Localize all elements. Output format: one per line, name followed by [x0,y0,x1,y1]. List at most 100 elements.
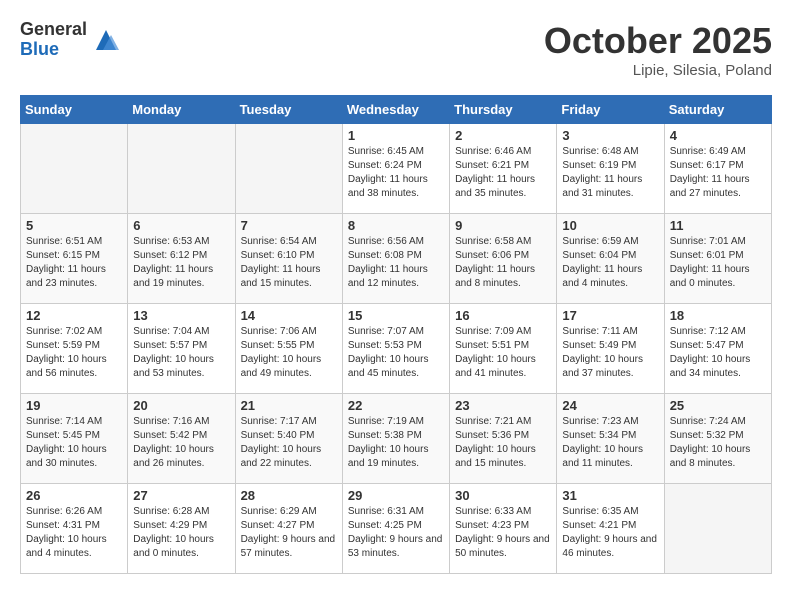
day-info: Sunrise: 7:16 AM Sunset: 5:42 PM Dayligh… [133,415,229,471]
week-row-4: 19 Sunrise: 7:14 AM Sunset: 5:45 PM Dayli… [21,394,772,484]
day-number: 28 [241,488,337,503]
day-cell [664,484,771,574]
logo-blue: Blue [20,40,87,60]
day-cell: 1 Sunrise: 6:45 AM Sunset: 6:24 PM Daylig… [342,124,449,214]
day-cell [21,124,128,214]
day-info: Sunrise: 7:12 AM Sunset: 5:47 PM Dayligh… [670,325,766,381]
day-cell: 9 Sunrise: 6:58 AM Sunset: 6:06 PM Daylig… [450,214,557,304]
week-row-2: 5 Sunrise: 6:51 AM Sunset: 6:15 PM Daylig… [21,214,772,304]
day-number: 5 [26,218,122,233]
day-number: 21 [241,398,337,413]
day-info: Sunrise: 7:14 AM Sunset: 5:45 PM Dayligh… [26,415,122,471]
day-number: 26 [26,488,122,503]
week-row-5: 26 Sunrise: 6:26 AM Sunset: 4:31 PM Dayli… [21,484,772,574]
day-info: Sunrise: 6:56 AM Sunset: 6:08 PM Dayligh… [348,235,444,291]
day-info: Sunrise: 7:23 AM Sunset: 5:34 PM Dayligh… [562,415,658,471]
day-number: 24 [562,398,658,413]
title-block: October 2025 Lipie, Silesia, Poland [544,20,772,79]
day-cell: 26 Sunrise: 6:26 AM Sunset: 4:31 PM Dayli… [21,484,128,574]
day-info: Sunrise: 6:45 AM Sunset: 6:24 PM Dayligh… [348,145,444,201]
day-number: 3 [562,128,658,143]
day-cell: 12Sunrise: 7:02 AM Sunset: 5:59 PM Dayli… [21,304,128,394]
week-row-1: 1 Sunrise: 6:45 AM Sunset: 6:24 PM Daylig… [21,124,772,214]
day-info: Sunrise: 7:09 AM Sunset: 5:51 PM Dayligh… [455,325,551,381]
day-number: 23 [455,398,551,413]
day-cell: 14 Sunrise: 7:06 AM Sunset: 5:55 PM Dayli… [235,304,342,394]
day-info: Sunrise: 7:21 AM Sunset: 5:36 PM Dayligh… [455,415,551,471]
day-info: Sunrise: 7:01 AM Sunset: 6:01 PM Dayligh… [670,235,766,291]
day-number: 14 [241,308,337,323]
day-number: 16 [455,308,551,323]
logo: General Blue [20,20,121,60]
day-number: 1 [348,128,444,143]
day-cell: 24 Sunrise: 7:23 AM Sunset: 5:34 PM Dayli… [557,394,664,484]
page-header: General Blue October 2025 Lipie, Silesia… [20,20,772,79]
day-cell: 29 Sunrise: 6:31 AM Sunset: 4:25 PM Dayli… [342,484,449,574]
day-header-wednesday: Wednesday [342,96,449,124]
day-number: 30 [455,488,551,503]
day-info: Sunrise: 6:33 AM Sunset: 4:23 PM Dayligh… [455,505,551,561]
day-cell: 3 Sunrise: 6:48 AM Sunset: 6:19 PM Daylig… [557,124,664,214]
day-number: 27 [133,488,229,503]
day-info: Sunrise: 6:58 AM Sunset: 6:06 PM Dayligh… [455,235,551,291]
day-header-tuesday: Tuesday [235,96,342,124]
day-cell: 30 Sunrise: 6:33 AM Sunset: 4:23 PM Dayli… [450,484,557,574]
day-number: 20 [133,398,229,413]
day-info: Sunrise: 7:24 AM Sunset: 5:32 PM Dayligh… [670,415,766,471]
day-info: Sunrise: 6:35 AM Sunset: 4:21 PM Dayligh… [562,505,658,561]
day-number: 4 [670,128,766,143]
day-cell: 20 Sunrise: 7:16 AM Sunset: 5:42 PM Dayli… [128,394,235,484]
day-number: 25 [670,398,766,413]
logo-icon [91,25,121,55]
day-header-monday: Monday [128,96,235,124]
day-number: 31 [562,488,658,503]
day-info: Sunrise: 7:06 AM Sunset: 5:55 PM Dayligh… [241,325,337,381]
day-cell: 19 Sunrise: 7:14 AM Sunset: 5:45 PM Dayli… [21,394,128,484]
day-info: Sunrise: 6:28 AM Sunset: 4:29 PM Dayligh… [133,505,229,561]
day-number: 9 [455,218,551,233]
day-cell: 23 Sunrise: 7:21 AM Sunset: 5:36 PM Dayli… [450,394,557,484]
day-cell: 21Sunrise: 7:17 AM Sunset: 5:40 PM Dayli… [235,394,342,484]
day-cell: 25 Sunrise: 7:24 AM Sunset: 5:32 PM Dayli… [664,394,771,484]
day-header-thursday: Thursday [450,96,557,124]
day-header-sunday: Sunday [21,96,128,124]
day-number: 19 [26,398,122,413]
day-cell: 31 Sunrise: 6:35 AM Sunset: 4:21 PM Dayli… [557,484,664,574]
day-number: 10 [562,218,658,233]
day-cell: 11 Sunrise: 7:01 AM Sunset: 6:01 PM Dayli… [664,214,771,304]
day-info: Sunrise: 6:54 AM Sunset: 6:10 PM Dayligh… [241,235,337,291]
day-number: 29 [348,488,444,503]
day-cell [128,124,235,214]
day-cell: 16 Sunrise: 7:09 AM Sunset: 5:51 PM Dayli… [450,304,557,394]
day-number: 11 [670,218,766,233]
logo-general: General [20,20,87,40]
week-row-3: 12Sunrise: 7:02 AM Sunset: 5:59 PM Dayli… [21,304,772,394]
day-cell: 17Sunrise: 7:11 AM Sunset: 5:49 PM Dayli… [557,304,664,394]
day-number: 2 [455,128,551,143]
header-row: SundayMondayTuesdayWednesdayThursdayFrid… [21,96,772,124]
day-number: 8 [348,218,444,233]
day-header-friday: Friday [557,96,664,124]
day-cell: 13Sunrise: 7:04 AM Sunset: 5:57 PM Dayli… [128,304,235,394]
day-info: Sunrise: 6:46 AM Sunset: 6:21 PM Dayligh… [455,145,551,201]
day-cell: 8 Sunrise: 6:56 AM Sunset: 6:08 PM Daylig… [342,214,449,304]
day-info: Sunrise: 6:31 AM Sunset: 4:25 PM Dayligh… [348,505,444,561]
day-info: Sunrise: 6:26 AM Sunset: 4:31 PM Dayligh… [26,505,122,561]
day-cell: 4Sunrise: 6:49 AM Sunset: 6:17 PM Daylig… [664,124,771,214]
day-info: Sunrise: 6:51 AM Sunset: 6:15 PM Dayligh… [26,235,122,291]
day-cell: 6Sunrise: 6:53 AM Sunset: 6:12 PM Daylig… [128,214,235,304]
day-cell: 28Sunrise: 6:29 AM Sunset: 4:27 PM Dayli… [235,484,342,574]
day-info: Sunrise: 7:07 AM Sunset: 5:53 PM Dayligh… [348,325,444,381]
day-info: Sunrise: 7:19 AM Sunset: 5:38 PM Dayligh… [348,415,444,471]
day-cell: 5 Sunrise: 6:51 AM Sunset: 6:15 PM Daylig… [21,214,128,304]
day-info: Sunrise: 6:59 AM Sunset: 6:04 PM Dayligh… [562,235,658,291]
day-info: Sunrise: 6:48 AM Sunset: 6:19 PM Dayligh… [562,145,658,201]
day-cell: 15Sunrise: 7:07 AM Sunset: 5:53 PM Dayli… [342,304,449,394]
day-cell: 27 Sunrise: 6:28 AM Sunset: 4:29 PM Dayli… [128,484,235,574]
day-cell: 7Sunrise: 6:54 AM Sunset: 6:10 PM Daylig… [235,214,342,304]
day-cell: 2 Sunrise: 6:46 AM Sunset: 6:21 PM Daylig… [450,124,557,214]
day-info: Sunrise: 7:11 AM Sunset: 5:49 PM Dayligh… [562,325,658,381]
day-number: 12 [26,308,122,323]
day-number: 6 [133,218,229,233]
day-cell: 10 Sunrise: 6:59 AM Sunset: 6:04 PM Dayli… [557,214,664,304]
